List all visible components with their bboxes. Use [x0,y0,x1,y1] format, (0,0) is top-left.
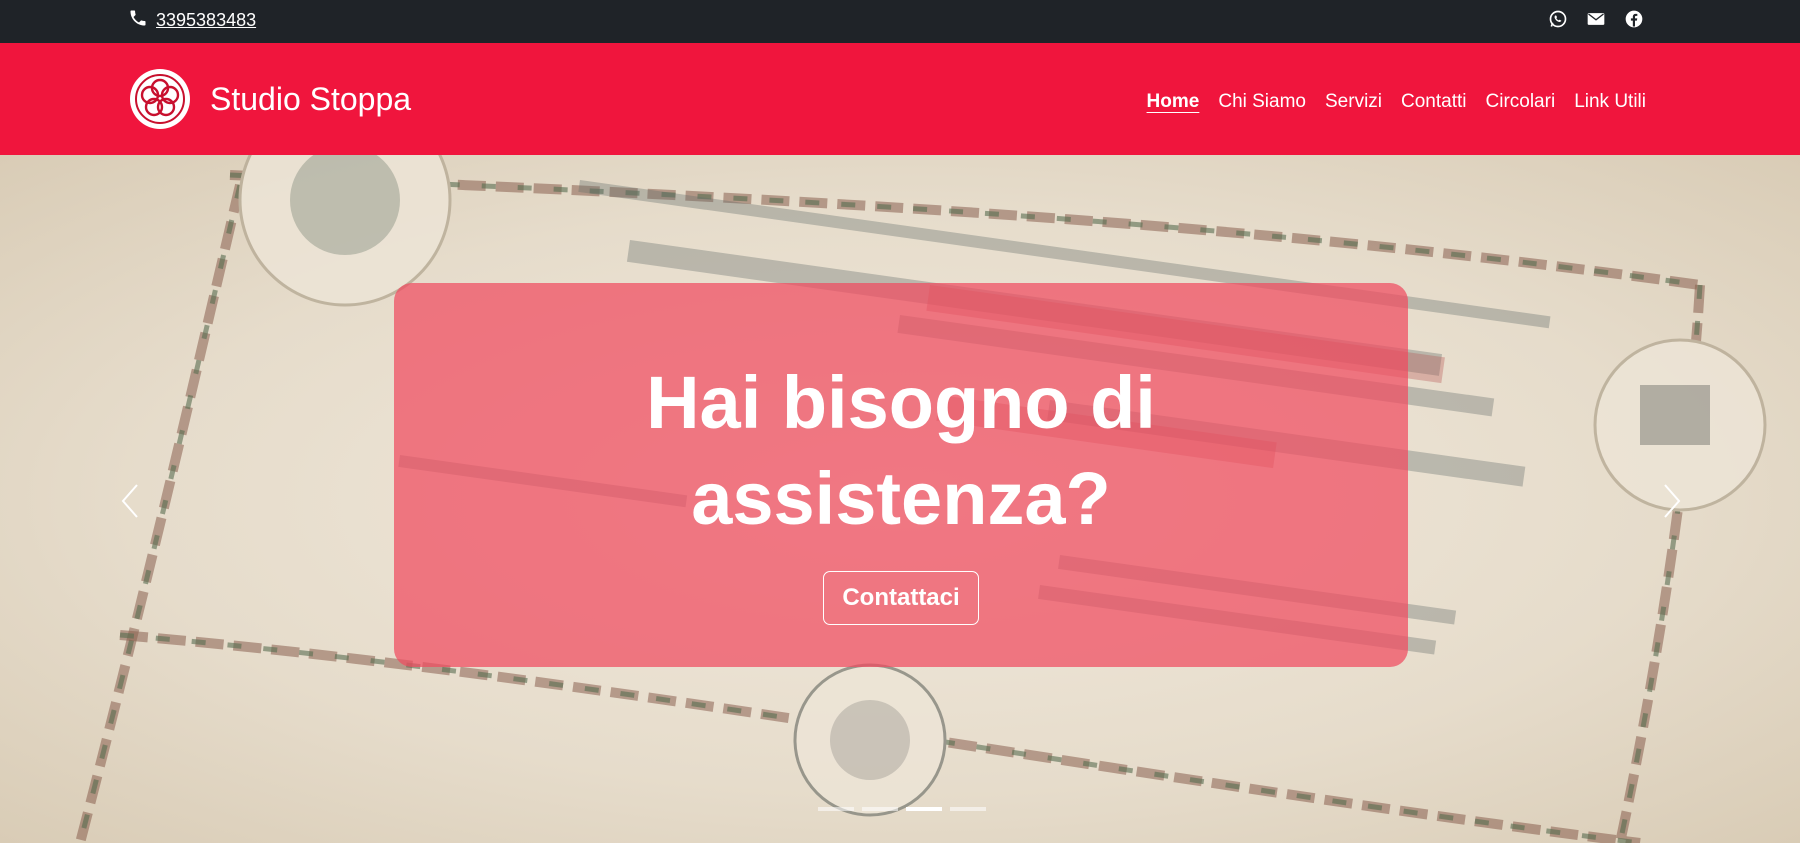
chevron-left-icon [119,481,141,526]
nav-item-contatti[interactable]: Contatti [1401,89,1466,116]
top-bar: 3395383483 [0,0,1800,43]
phone-link[interactable]: 3395383483 [156,10,256,31]
carousel-indicator-4[interactable] [950,807,986,811]
nav-item-home[interactable]: Home [1147,89,1200,116]
whatsapp-icon[interactable] [1547,8,1569,30]
hero-title: Hai bisogno di assistenza? [394,355,1408,547]
phone-contact[interactable]: 3395383483 [128,8,256,33]
hero-title-line-2: assistenza? [691,457,1111,540]
carousel-indicators [818,807,986,811]
main-navbar: Studio Stoppa Home Chi Siamo Servizi Con… [0,43,1800,155]
nav-item-link-utili[interactable]: Link Utili [1574,89,1646,116]
brand-name: Studio Stoppa [210,80,412,117]
logo-icon [130,69,190,129]
email-icon[interactable] [1585,8,1607,30]
nav-menu: Home Chi Siamo Servizi Contatti Circolar… [1147,89,1646,116]
nav-item-servizi[interactable]: Servizi [1325,89,1382,116]
carousel-indicator-1[interactable] [818,807,854,811]
hero-title-line-1: Hai bisogno di [646,361,1156,444]
chevron-right-icon [1661,481,1683,526]
phone-icon [128,8,148,33]
facebook-icon[interactable] [1623,8,1645,30]
hero-caption: Hai bisogno di assistenza? Contattaci [394,283,1408,667]
social-links [1547,8,1645,30]
carousel-indicator-2[interactable] [862,807,898,811]
contattaci-button[interactable]: Contattaci [823,571,979,625]
nav-item-chi-siamo[interactable]: Chi Siamo [1218,89,1306,116]
carousel-prev-button[interactable] [110,473,150,533]
carousel-next-button[interactable] [1652,473,1692,533]
carousel-indicator-3[interactable] [906,807,942,811]
hero-carousel: Hai bisogno di assistenza? Contattaci [0,155,1800,843]
nav-item-circolari[interactable]: Circolari [1486,89,1556,116]
brand[interactable]: Studio Stoppa [130,69,411,129]
